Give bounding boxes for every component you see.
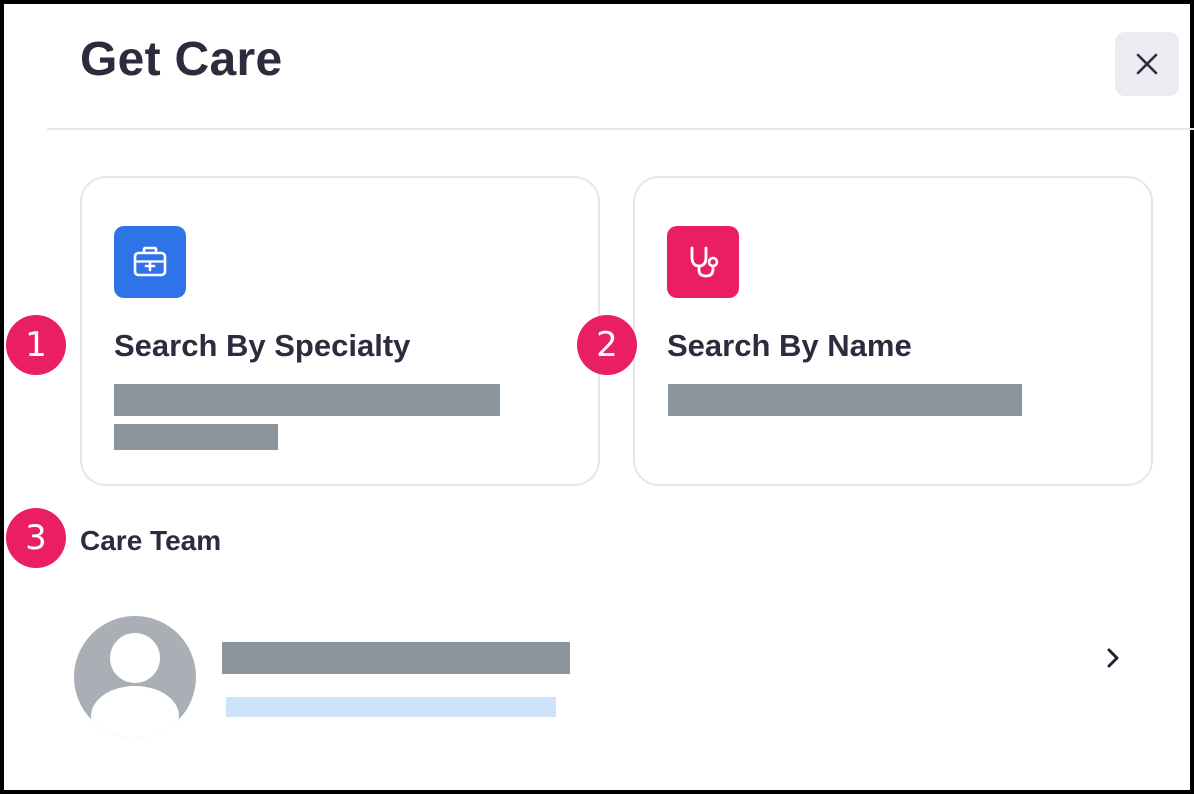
search-by-name-title: Search By Name bbox=[667, 328, 912, 363]
search-by-specialty-card[interactable]: Search By Specialty bbox=[80, 176, 600, 486]
close-button[interactable] bbox=[1115, 32, 1179, 96]
care-team-member-row[interactable] bbox=[47, 600, 1157, 744]
care-team-heading: Care Team bbox=[80, 525, 222, 556]
get-care-dialog: Get Care Search By Specialty Search By N… bbox=[0, 0, 1194, 794]
user-avatar-icon bbox=[74, 616, 196, 738]
stethoscope-icon bbox=[690, 246, 719, 278]
redacted-member-detail bbox=[226, 697, 556, 717]
page-title: Get Care bbox=[80, 33, 283, 86]
close-icon bbox=[1136, 53, 1158, 75]
name-icon-tile bbox=[667, 226, 739, 298]
chevron-right-icon bbox=[1099, 644, 1127, 672]
medical-kit-icon bbox=[133, 246, 167, 277]
search-by-specialty-title: Search By Specialty bbox=[114, 328, 411, 363]
redacted-description-line-2 bbox=[114, 424, 278, 450]
redacted-description-line-1 bbox=[114, 384, 500, 416]
annotation-marker-2: 2 bbox=[577, 315, 637, 375]
annotation-marker-3: 3 bbox=[6, 508, 66, 568]
header-divider bbox=[47, 128, 1194, 130]
specialty-icon-tile bbox=[114, 226, 186, 298]
redacted-description-line bbox=[668, 384, 1022, 416]
search-by-name-card[interactable]: Search By Name bbox=[633, 176, 1153, 486]
redacted-member-name bbox=[222, 642, 570, 674]
annotation-marker-1: 1 bbox=[6, 315, 66, 375]
